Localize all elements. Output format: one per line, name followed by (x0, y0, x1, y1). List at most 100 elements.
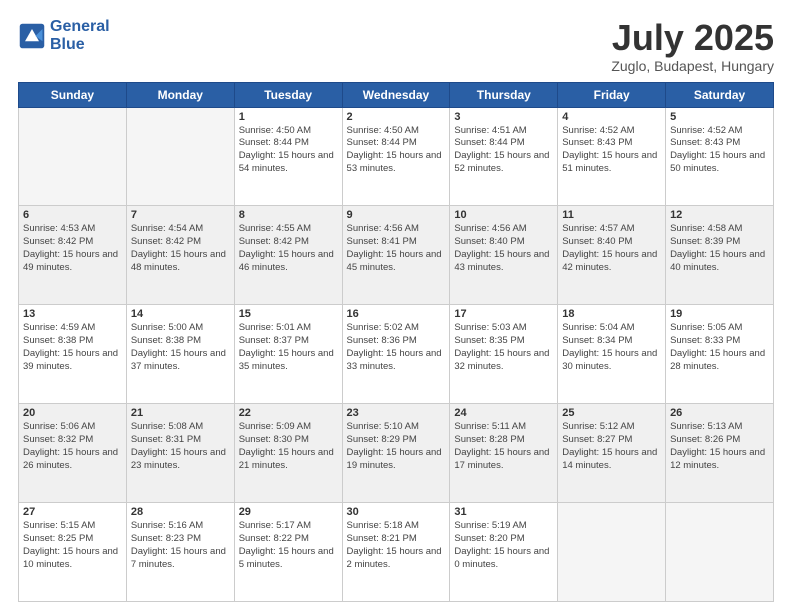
day-detail: Sunrise: 4:52 AM Sunset: 8:43 PM Dayligh… (670, 125, 769, 176)
day-number: 5 (670, 111, 769, 123)
day-detail: Sunrise: 5:10 AM Sunset: 8:29 PM Dayligh… (347, 421, 446, 472)
day-number: 18 (562, 308, 661, 320)
day-detail: Sunrise: 5:17 AM Sunset: 8:22 PM Dayligh… (239, 520, 338, 571)
table-row (558, 503, 666, 602)
table-row: 29 Sunrise: 5:17 AM Sunset: 8:22 PM Dayli… (234, 503, 342, 602)
day-detail: Sunrise: 5:02 AM Sunset: 8:36 PM Dayligh… (347, 322, 446, 373)
day-number: 10 (454, 209, 553, 221)
header-thursday: Thursday (450, 82, 558, 107)
day-detail: Sunrise: 5:15 AM Sunset: 8:25 PM Dayligh… (23, 520, 122, 571)
calendar-header-row: Sunday Monday Tuesday Wednesday Thursday… (19, 82, 774, 107)
day-detail: Sunrise: 5:04 AM Sunset: 8:34 PM Dayligh… (562, 322, 661, 373)
day-number: 9 (347, 209, 446, 221)
header-wednesday: Wednesday (342, 82, 450, 107)
day-detail: Sunrise: 5:16 AM Sunset: 8:23 PM Dayligh… (131, 520, 230, 571)
day-number: 25 (562, 407, 661, 419)
day-number: 30 (347, 506, 446, 518)
day-detail: Sunrise: 4:53 AM Sunset: 8:42 PM Dayligh… (23, 223, 122, 274)
table-row: 15Sunrise: 5:01 AM Sunset: 8:37 PM Dayli… (234, 305, 342, 404)
header-tuesday: Tuesday (234, 82, 342, 107)
day-detail: Sunrise: 5:19 AM Sunset: 8:20 PM Dayligh… (454, 520, 553, 571)
calendar-week-row: 1 Sunrise: 4:50 AM Sunset: 8:44 PM Daylig… (19, 107, 774, 206)
header-monday: Monday (126, 82, 234, 107)
page: General Blue July 2025 Zuglo, Budapest, … (0, 0, 792, 612)
day-detail: Sunrise: 5:08 AM Sunset: 8:31 PM Dayligh… (131, 421, 230, 472)
table-row: 26 Sunrise: 5:13 AM Sunset: 8:26 PM Dayli… (666, 404, 774, 503)
day-detail: Sunrise: 4:58 AM Sunset: 8:39 PM Dayligh… (670, 223, 769, 274)
calendar-week-row: 13Sunrise: 4:59 AM Sunset: 8:38 PM Dayli… (19, 305, 774, 404)
calendar-week-row: 6 Sunrise: 4:53 AM Sunset: 8:42 PM Daylig… (19, 206, 774, 305)
table-row: 5 Sunrise: 4:52 AM Sunset: 8:43 PM Daylig… (666, 107, 774, 206)
logo-line1: General (50, 18, 110, 36)
day-number: 19 (670, 308, 769, 320)
table-row: 6 Sunrise: 4:53 AM Sunset: 8:42 PM Daylig… (19, 206, 127, 305)
table-row: 3Sunrise: 4:51 AM Sunset: 8:44 PM Daylig… (450, 107, 558, 206)
table-row: 30 Sunrise: 5:18 AM Sunset: 8:21 PM Dayli… (342, 503, 450, 602)
day-number: 8 (239, 209, 338, 221)
month-year: July 2025 (611, 18, 774, 58)
day-number: 22 (239, 407, 338, 419)
table-row: 31 Sunrise: 5:19 AM Sunset: 8:20 PM Dayli… (450, 503, 558, 602)
logo-text: General Blue (50, 18, 110, 53)
day-number: 17 (454, 308, 553, 320)
table-row (126, 107, 234, 206)
day-detail: Sunrise: 5:11 AM Sunset: 8:28 PM Dayligh… (454, 421, 553, 472)
day-number: 29 (239, 506, 338, 518)
title-area: July 2025 Zuglo, Budapest, Hungary (611, 18, 774, 74)
day-detail: Sunrise: 5:18 AM Sunset: 8:21 PM Dayligh… (347, 520, 446, 571)
table-row: 19 Sunrise: 5:05 AM Sunset: 8:33 PM Dayli… (666, 305, 774, 404)
table-row: 7Sunrise: 4:54 AM Sunset: 8:42 PM Daylig… (126, 206, 234, 305)
day-number: 14 (131, 308, 230, 320)
table-row: 28 Sunrise: 5:16 AM Sunset: 8:23 PM Dayli… (126, 503, 234, 602)
day-detail: Sunrise: 4:51 AM Sunset: 8:44 PM Dayligh… (454, 125, 553, 176)
header-saturday: Saturday (666, 82, 774, 107)
logo-line2: Blue (50, 36, 110, 54)
day-number: 16 (347, 308, 446, 320)
table-row: 4 Sunrise: 4:52 AM Sunset: 8:43 PM Daylig… (558, 107, 666, 206)
table-row: 2Sunrise: 4:50 AM Sunset: 8:44 PM Daylig… (342, 107, 450, 206)
calendar-week-row: 20 Sunrise: 5:06 AM Sunset: 8:32 PM Dayli… (19, 404, 774, 503)
day-detail: Sunrise: 4:56 AM Sunset: 8:41 PM Dayligh… (347, 223, 446, 274)
table-row: 27 Sunrise: 5:15 AM Sunset: 8:25 PM Dayli… (19, 503, 127, 602)
day-detail: Sunrise: 5:06 AM Sunset: 8:32 PM Dayligh… (23, 421, 122, 472)
day-detail: Sunrise: 4:50 AM Sunset: 8:44 PM Dayligh… (347, 125, 446, 176)
day-number: 28 (131, 506, 230, 518)
day-number: 27 (23, 506, 122, 518)
location: Zuglo, Budapest, Hungary (611, 58, 774, 74)
table-row: 20 Sunrise: 5:06 AM Sunset: 8:32 PM Dayli… (19, 404, 127, 503)
table-row: 11 Sunrise: 4:57 AM Sunset: 8:40 PM Dayli… (558, 206, 666, 305)
table-row: 21Sunrise: 5:08 AM Sunset: 8:31 PM Dayli… (126, 404, 234, 503)
day-number: 1 (239, 111, 338, 123)
top-area: General Blue July 2025 Zuglo, Budapest, … (18, 18, 774, 74)
day-detail: Sunrise: 4:52 AM Sunset: 8:43 PM Dayligh… (562, 125, 661, 176)
day-number: 26 (670, 407, 769, 419)
table-row: 12Sunrise: 4:58 AM Sunset: 8:39 PM Dayli… (666, 206, 774, 305)
day-number: 6 (23, 209, 122, 221)
table-row (19, 107, 127, 206)
table-row: 1 Sunrise: 4:50 AM Sunset: 8:44 PM Daylig… (234, 107, 342, 206)
day-number: 11 (562, 209, 661, 221)
table-row: 24Sunrise: 5:11 AM Sunset: 8:28 PM Dayli… (450, 404, 558, 503)
day-detail: Sunrise: 4:55 AM Sunset: 8:42 PM Dayligh… (239, 223, 338, 274)
table-row: 10Sunrise: 4:56 AM Sunset: 8:40 PM Dayli… (450, 206, 558, 305)
day-detail: Sunrise: 5:13 AM Sunset: 8:26 PM Dayligh… (670, 421, 769, 472)
logo-icon (18, 22, 46, 50)
day-number: 31 (454, 506, 553, 518)
table-row: 13Sunrise: 4:59 AM Sunset: 8:38 PM Dayli… (19, 305, 127, 404)
day-number: 4 (562, 111, 661, 123)
day-detail: Sunrise: 4:54 AM Sunset: 8:42 PM Dayligh… (131, 223, 230, 274)
day-detail: Sunrise: 5:05 AM Sunset: 8:33 PM Dayligh… (670, 322, 769, 373)
table-row: 22Sunrise: 5:09 AM Sunset: 8:30 PM Dayli… (234, 404, 342, 503)
day-number: 20 (23, 407, 122, 419)
day-detail: Sunrise: 5:12 AM Sunset: 8:27 PM Dayligh… (562, 421, 661, 472)
table-row: 9 Sunrise: 4:56 AM Sunset: 8:41 PM Daylig… (342, 206, 450, 305)
day-detail: Sunrise: 4:50 AM Sunset: 8:44 PM Dayligh… (239, 125, 338, 176)
table-row: 18 Sunrise: 5:04 AM Sunset: 8:34 PM Dayli… (558, 305, 666, 404)
day-detail: Sunrise: 5:00 AM Sunset: 8:38 PM Dayligh… (131, 322, 230, 373)
calendar-week-row: 27 Sunrise: 5:15 AM Sunset: 8:25 PM Dayli… (19, 503, 774, 602)
table-row: 8 Sunrise: 4:55 AM Sunset: 8:42 PM Daylig… (234, 206, 342, 305)
table-row: 14 Sunrise: 5:00 AM Sunset: 8:38 PM Dayli… (126, 305, 234, 404)
day-number: 23 (347, 407, 446, 419)
table-row (666, 503, 774, 602)
day-detail: Sunrise: 4:57 AM Sunset: 8:40 PM Dayligh… (562, 223, 661, 274)
